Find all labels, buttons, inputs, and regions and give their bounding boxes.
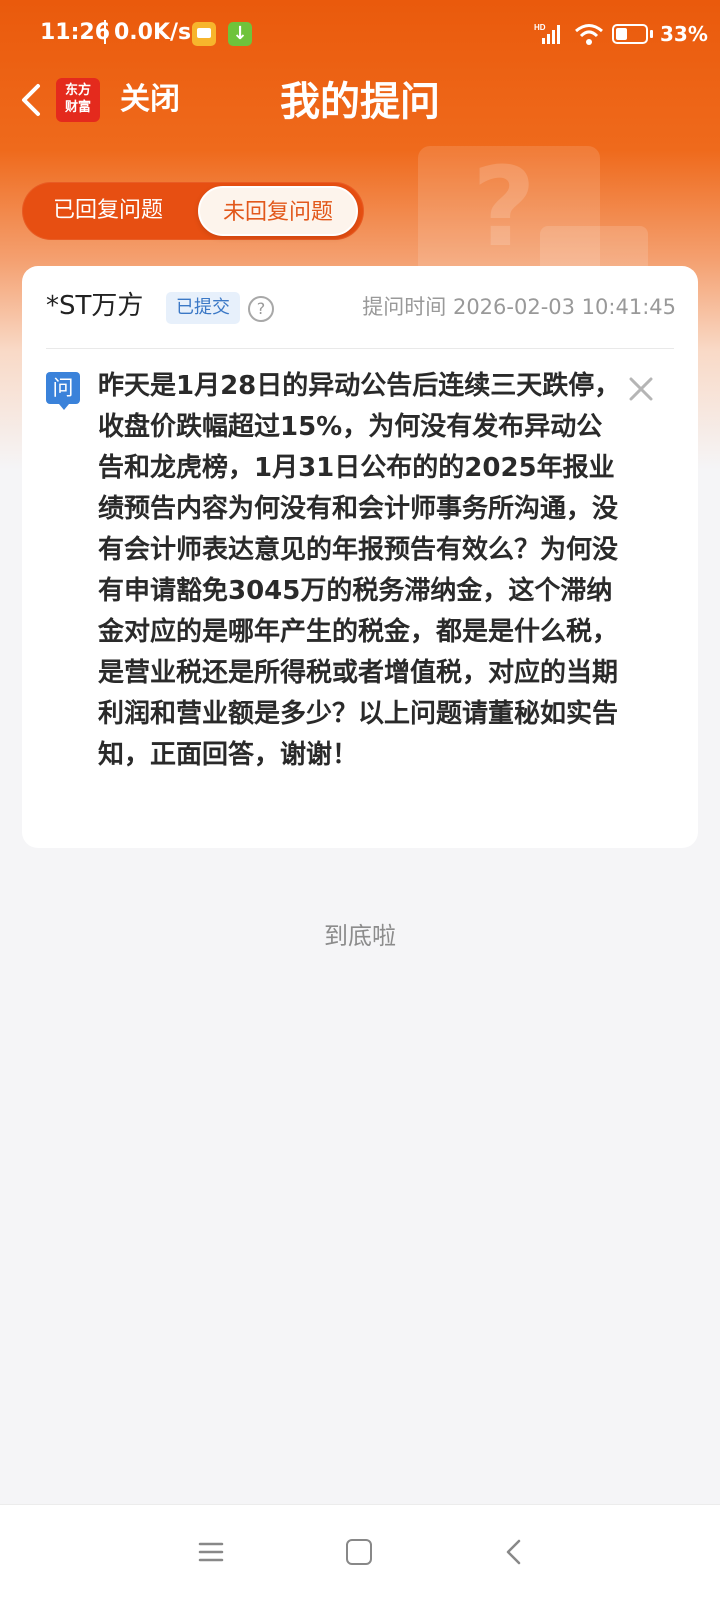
signal-icon: HD	[534, 23, 560, 44]
status-separator	[104, 20, 106, 44]
question-mark-decoration: ?	[472, 143, 536, 271]
status-badge: 已提交	[166, 292, 240, 324]
battery-level	[616, 28, 627, 40]
menu-icon[interactable]	[196, 1537, 226, 1567]
stock-name[interactable]: *ST万方	[46, 288, 143, 324]
tab-switcher: 已回复问题 未回复问题	[22, 182, 364, 240]
signal-hd-label: HD	[534, 23, 546, 32]
download-app-icon: ↓	[228, 22, 252, 46]
home-icon[interactable]	[346, 1539, 372, 1565]
ask-time: 提问时间 2026-02-03 10:41:45	[362, 295, 676, 319]
system-nav-bar	[0, 1504, 720, 1600]
wifi-icon	[575, 24, 603, 45]
divider	[46, 348, 674, 349]
page-title: 我的提问	[280, 79, 440, 125]
battery-percent: 33%	[660, 22, 708, 46]
status-bar: 11:26 0.0K/s ↓ HD 33%	[0, 0, 720, 70]
close-icon[interactable]	[626, 374, 656, 404]
network-speed: 0.0K/s	[114, 20, 192, 45]
status-time: 11:26	[40, 20, 111, 45]
question-text: 昨天是1月28日的异动公告后连续三天跌停，收盘价跌幅超过15%，为何没有发布异动…	[98, 371, 621, 770]
tab-unreplied[interactable]: 未回复问题	[198, 186, 358, 236]
battery-icon	[612, 24, 648, 44]
gallery-app-icon	[192, 22, 216, 46]
battery-tip	[650, 30, 653, 38]
question-card: *ST万方 已提交 ? 提问时间 2026-02-03 10:41:45 问 昨…	[22, 266, 698, 848]
nav-back-icon[interactable]	[500, 1537, 530, 1567]
help-icon[interactable]: ?	[248, 296, 274, 322]
question-tag-icon: 问	[46, 372, 80, 410]
tab-replied[interactable]: 已回复问题	[28, 186, 188, 236]
end-of-list-text: 到底啦	[324, 922, 396, 950]
